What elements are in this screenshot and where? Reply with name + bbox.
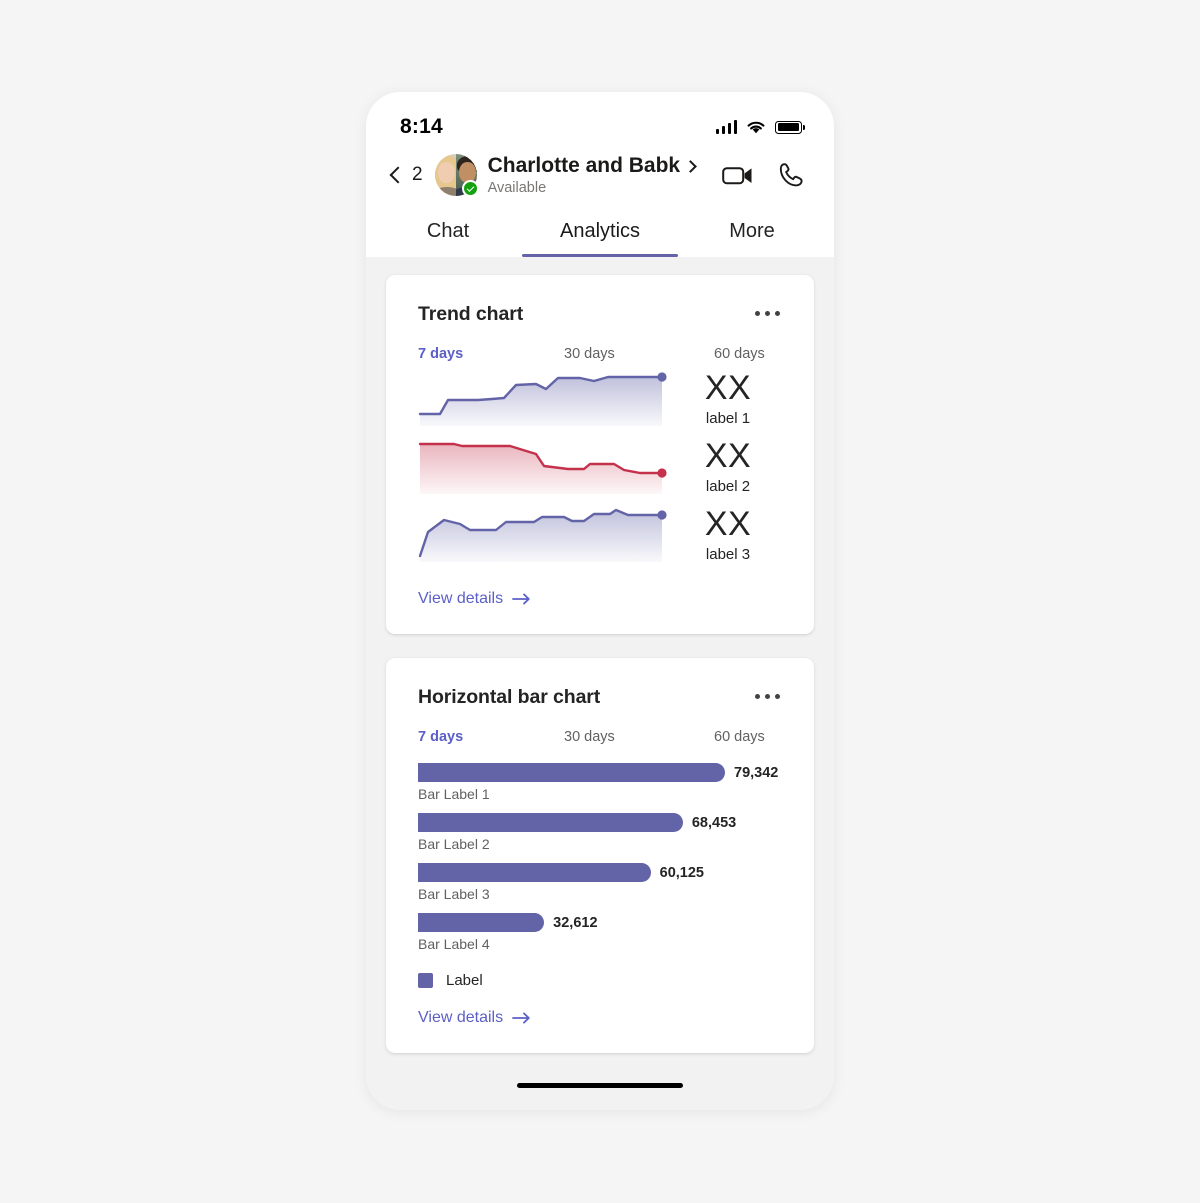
back-button[interactable]: 2: [389, 164, 423, 186]
wifi-icon: [747, 121, 765, 133]
trend-value-block-1: XX label 1: [668, 368, 782, 428]
trend-card-header: Trend chart: [418, 303, 782, 326]
sparkline-label-3: [418, 508, 667, 562]
bar-range-60-days[interactable]: 60 days: [714, 729, 765, 745]
trend-row-3: XX label 3: [418, 504, 782, 566]
arrow-right-icon: [512, 1012, 530, 1024]
bar-card-title: Horizontal bar chart: [418, 686, 601, 708]
bar-row: 79,342 Bar Label 1: [418, 763, 782, 802]
bar-fill-1: [418, 763, 725, 782]
trend-value-2: XX: [704, 436, 752, 475]
trend-range-30-days[interactable]: 30 days: [564, 346, 714, 362]
bar-card-header: Horizontal bar chart: [418, 686, 782, 709]
tab-bar: Chat Analytics More: [366, 204, 834, 257]
bar-value-3: 60,125: [659, 864, 704, 881]
chat-title-block[interactable]: Charlotte and Babk Available: [487, 154, 697, 196]
back-count: 2: [412, 164, 423, 185]
chevron-left-icon: [389, 166, 407, 184]
bar-list: 79,342 Bar Label 1 68,453 Bar Label 2 60…: [418, 763, 782, 952]
phone-icon[interactable]: [779, 162, 804, 188]
bar-fill-4: [418, 913, 545, 932]
chat-title: Charlotte and Babk: [487, 154, 681, 177]
sparkline-label-2: [418, 442, 667, 494]
bar-range-7-days[interactable]: 7 days: [418, 729, 564, 745]
available-check-icon: [461, 180, 479, 197]
arrow-right-icon: [512, 593, 530, 605]
trend-value-1: XX: [704, 368, 752, 407]
horizontal-bar-chart-card: Horizontal bar chart 7 days 30 days 60 d…: [386, 658, 814, 1053]
legend-label: Label: [446, 972, 483, 989]
status-bar: 8:14: [366, 110, 834, 144]
bar-view-details-label: View details: [418, 1009, 504, 1026]
trend-value-3: XX: [704, 504, 752, 543]
phone-frame: 8:14 2 Charlotte and Babk Available Chat…: [366, 92, 834, 1110]
tab-more[interactable]: More: [676, 204, 828, 257]
cellular-signal-icon: [715, 120, 737, 134]
trend-value-block-3: XX label 3: [668, 504, 782, 564]
avatar-person-left: [434, 154, 456, 196]
home-indicator: [517, 1082, 683, 1088]
trend-card-title: Trend chart: [418, 303, 524, 325]
chevron-right-icon: [684, 159, 697, 173]
analytics-content: Trend chart 7 days 30 days 60 days XX la…: [366, 257, 834, 1053]
tab-analytics[interactable]: Analytics: [524, 204, 676, 257]
trend-range-tabs: 7 days 30 days 60 days: [418, 346, 782, 362]
battery-full-icon: [775, 120, 805, 134]
chat-header: 2 Charlotte and Babk Available: [366, 144, 834, 204]
bar-fill-2: [418, 813, 683, 832]
bar-row: 60,125 Bar Label 3: [418, 863, 782, 902]
more-options-icon[interactable]: [753, 686, 782, 707]
bar-fill-3: [418, 863, 651, 882]
trend-label-2: label 2: [705, 478, 751, 496]
avatar[interactable]: [434, 154, 479, 197]
bar-row: 32,612 Bar Label 4: [418, 913, 782, 952]
trend-row-1: XX label 1: [418, 368, 782, 430]
bar-label-1: Bar Label 1: [418, 786, 490, 802]
trend-row-2: XX label 2: [418, 436, 782, 498]
bar-label-4: Bar Label 4: [418, 936, 490, 952]
trend-view-details-label: View details: [418, 590, 504, 607]
phone-top-surface: 8:14 2 Charlotte and Babk Available Chat…: [366, 92, 834, 257]
status-icons: [715, 120, 805, 135]
bar-range-30-days[interactable]: 30 days: [564, 729, 714, 745]
bar-legend: Label: [418, 972, 782, 989]
bar-label-2: Bar Label 2: [418, 836, 490, 852]
status-time: 8:14: [400, 115, 443, 138]
header-actions: [722, 162, 804, 188]
presence-status: Available: [487, 180, 547, 196]
trend-range-7-days[interactable]: 7 days: [418, 346, 564, 362]
more-options-icon[interactable]: [753, 303, 782, 324]
trend-value-block-2: XX label 2: [668, 436, 782, 496]
trend-label-3: label 3: [705, 546, 751, 564]
legend-swatch-icon: [418, 973, 433, 988]
trend-chart-card: Trend chart 7 days 30 days 60 days XX la…: [386, 275, 814, 634]
bar-range-tabs: 7 days 30 days 60 days: [418, 729, 782, 745]
bar-row: 68,453 Bar Label 2: [418, 813, 782, 852]
bar-label-3: Bar Label 3: [418, 886, 490, 902]
bar-value-2: 68,453: [691, 814, 737, 831]
sparkline-label-1: [418, 372, 667, 426]
trend-view-details-link[interactable]: View details: [418, 590, 531, 608]
trend-range-60-days[interactable]: 60 days: [714, 346, 765, 362]
screenshot-root: 8:14 2 Charlotte and Babk Available Chat…: [0, 0, 1200, 1203]
video-camera-icon[interactable]: [722, 164, 754, 187]
bar-value-4: 32,612: [553, 914, 598, 931]
trend-label-1: label 1: [705, 410, 751, 428]
bar-view-details-link[interactable]: View details: [418, 1009, 531, 1027]
bar-value-1: 79,342: [734, 764, 779, 781]
tab-chat[interactable]: Chat: [372, 204, 524, 257]
